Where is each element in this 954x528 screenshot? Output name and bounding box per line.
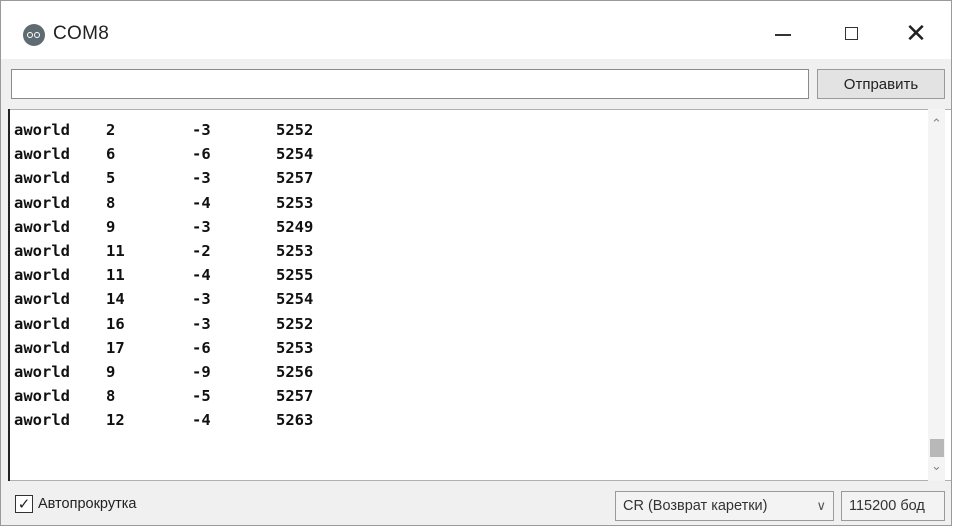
output-cell: 5249 (276, 217, 314, 236)
output-cell: aworld (14, 290, 70, 309)
output-cell: 2 (106, 121, 116, 139)
output-cell: 5 (106, 169, 116, 188)
output-cell: -6 (192, 145, 211, 164)
vertical-scrollbar[interactable]: ⌃ ⌄ (928, 109, 945, 481)
output-cell: 5254 (276, 145, 314, 164)
output-cell: 8 (106, 387, 116, 406)
output-cell: 5255 (276, 266, 314, 285)
scroll-up-icon[interactable]: ⌃ (928, 115, 945, 133)
output-cell: 5254 (276, 290, 314, 309)
output-cell: -6 (192, 338, 211, 357)
autoscroll-toggle[interactable]: ✓ Автопрокрутка (15, 495, 136, 513)
output-cell: -5 (192, 387, 211, 406)
output-cell: -3 (192, 121, 211, 139)
serial-monitor-window: COM8 ✕ Отправить aworld 2 -3 5252 aworld 6 -6 5… (0, 0, 952, 526)
serial-output[interactable]: aworld 2 -3 5252 aworld 6 -6 5254 aworld 5 -3 5257 a… (8, 109, 951, 481)
output-cell: 9 (106, 217, 116, 236)
line-ending-select[interactable]: CR (Возврат каретки) ∨ (615, 491, 834, 521)
output-cell: aworld (14, 387, 70, 406)
output-cell: 5257 (276, 387, 314, 406)
output-cell: 5257 (276, 169, 314, 188)
output-cell: aworld (14, 314, 70, 333)
output-cell: 14 (106, 290, 125, 309)
output-cell: 12 (106, 411, 125, 430)
close-button[interactable]: ✕ (886, 13, 946, 53)
output-cell: 6 (106, 145, 116, 164)
check-icon: ✓ (17, 495, 31, 513)
output-cell: aworld (14, 411, 70, 430)
output-cell: -4 (192, 411, 211, 430)
scroll-down-icon[interactable]: ⌄ (928, 457, 945, 475)
output-cell: -3 (192, 169, 211, 188)
close-icon: ✕ (905, 17, 927, 48)
output-cell: 5253 (276, 241, 314, 260)
output-cell: 5253 (276, 193, 314, 212)
autoscroll-checkbox[interactable]: ✓ (15, 495, 33, 513)
output-cell: 16 (106, 314, 125, 333)
output-cell: aworld (14, 193, 70, 212)
line-ending-value: CR (Возврат каретки) (623, 498, 768, 514)
output-cell: 9 (106, 362, 116, 381)
arduino-icon (23, 24, 45, 46)
send-input[interactable] (11, 69, 809, 99)
maximize-button[interactable] (821, 13, 881, 53)
output-cell: -9 (192, 362, 211, 381)
maximize-icon (844, 26, 858, 40)
output-cell: 8 (106, 193, 116, 212)
output-cell: aworld (14, 169, 70, 188)
minimize-icon (775, 34, 791, 36)
output-cell: 5252 (276, 121, 314, 139)
output-cell: 11 (106, 266, 125, 285)
output-cell: 17 (106, 338, 125, 357)
output-cell: -4 (192, 266, 211, 285)
output-cell: aworld (14, 121, 70, 139)
output-cell: aworld (14, 217, 70, 236)
output-left-border (8, 109, 10, 481)
output-cell: 5252 (276, 314, 314, 333)
output-cell: aworld (14, 362, 70, 381)
window-title: COM8 (53, 23, 110, 44)
minimize-button[interactable] (753, 13, 813, 53)
scroll-thumb[interactable] (930, 439, 944, 457)
output-cell: 5263 (276, 411, 314, 430)
send-button[interactable]: Отправить (817, 69, 945, 99)
title-bar[interactable]: COM8 ✕ (1, 1, 951, 59)
output-cell: -2 (192, 241, 211, 260)
output-cell: -3 (192, 290, 211, 309)
output-cell: 5256 (276, 362, 314, 381)
output-cell: -3 (192, 217, 211, 236)
output-cell: 11 (106, 241, 125, 260)
output-cell: -4 (192, 193, 211, 212)
output-cell: aworld (14, 145, 70, 164)
baud-rate-value: 115200 бод (849, 498, 925, 514)
output-cell: 5253 (276, 338, 314, 357)
output-cell: -3 (192, 314, 211, 333)
output-cell: aworld (14, 266, 70, 285)
output-cell: aworld (14, 338, 70, 357)
output-cell: aworld (14, 241, 70, 260)
baud-rate-select[interactable]: 115200 бод (841, 491, 945, 521)
chevron-down-icon: ∨ (816, 498, 826, 513)
autoscroll-label: Автопрокрутка (38, 496, 137, 512)
